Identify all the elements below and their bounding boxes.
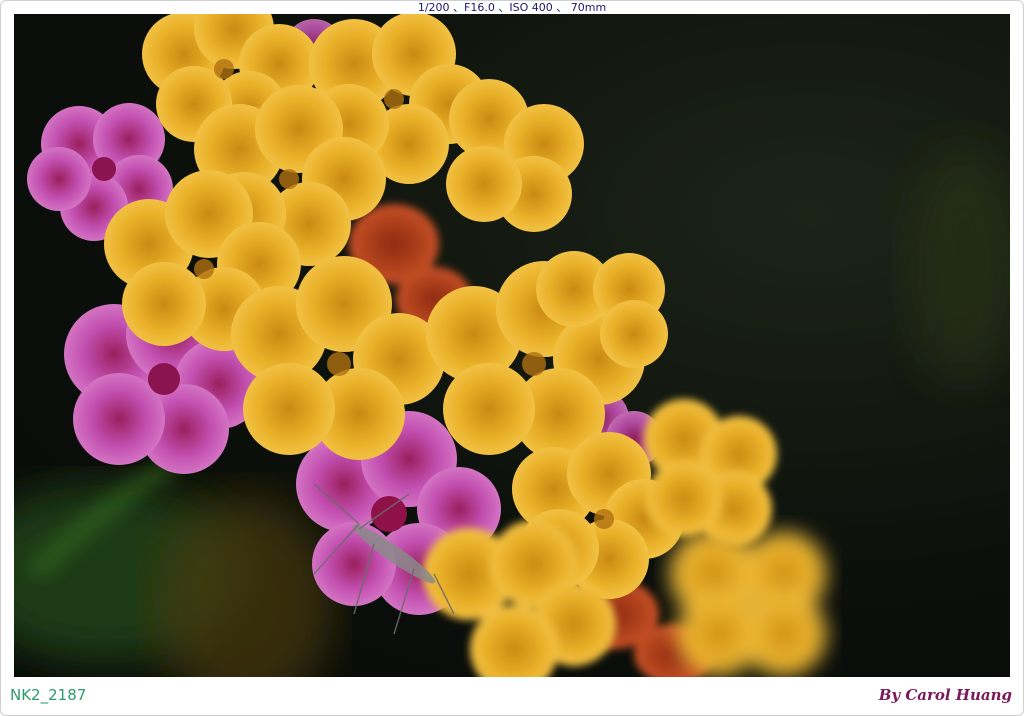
flower-illustration (14, 14, 1010, 677)
yellow-flower (670, 530, 826, 676)
flower-photo (14, 14, 1010, 677)
yellow-flower (644, 399, 777, 547)
file-label: NK2_2187 (10, 686, 87, 704)
blurred-leaf (904, 144, 1010, 384)
yellow-flower (446, 79, 584, 232)
photographer-credit: By Carol Huang (878, 686, 1012, 704)
